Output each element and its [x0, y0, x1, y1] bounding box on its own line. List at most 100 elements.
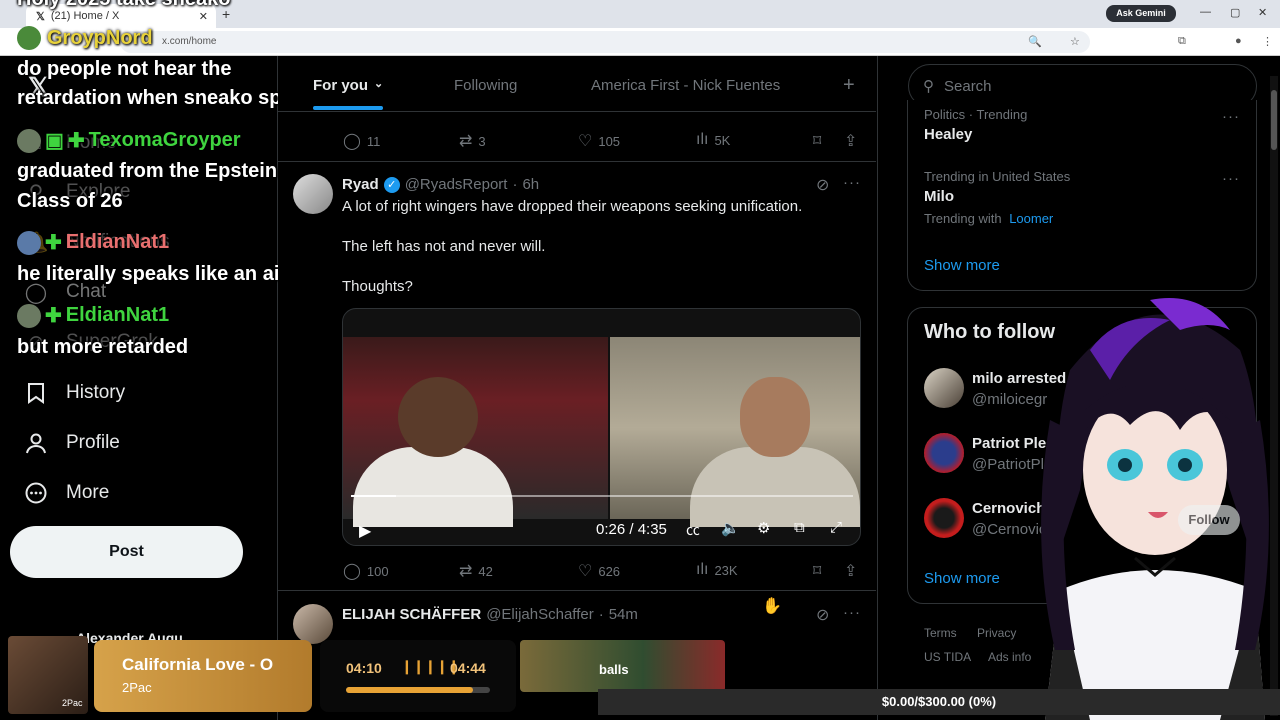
author-avatar[interactable] — [293, 604, 333, 644]
maximize-icon[interactable]: ▢ — [1230, 6, 1240, 19]
tab-following[interactable]: Following — [454, 77, 517, 94]
video-scrubber-fill — [351, 495, 397, 497]
play-icon[interactable]: ▶ — [359, 521, 371, 541]
extensions-icon[interactable]: ⧉ — [1178, 35, 1186, 48]
bookmark-button[interactable]: ⌑ — [813, 131, 821, 151]
dot-separator: · — [598, 606, 604, 623]
follow-button[interactable]: Follow — [1178, 505, 1240, 535]
author-name[interactable]: Ryad — [342, 176, 379, 193]
volume-icon[interactable]: 🔈 — [721, 519, 740, 537]
subscriber-badge-icon: ▣ — [45, 130, 64, 152]
chat-username: GroypNord — [47, 26, 153, 49]
pip-icon[interactable]: ⧉ — [794, 519, 805, 536]
heart-icon: ♡ — [578, 563, 593, 580]
more-options-icon[interactable]: ··· — [843, 604, 861, 621]
grok-icon[interactable]: ⊘ — [816, 175, 829, 195]
close-window-icon[interactable]: ✕ — [1258, 6, 1267, 19]
ask-gemini-button[interactable]: Ask Gemini — [1106, 5, 1176, 22]
menu-dots-icon[interactable]: ⋮ — [1262, 35, 1273, 48]
bookmark-icon: ⌑ — [813, 133, 822, 150]
repost-button[interactable]: ⇄ 42 — [459, 561, 493, 581]
show-more-trends-link[interactable]: Show more — [924, 257, 1000, 274]
follow-avatar[interactable] — [924, 498, 964, 538]
vtuber-avatar — [1041, 298, 1269, 720]
nav-more[interactable]: More — [24, 478, 109, 508]
trend-name[interactable]: Milo — [924, 188, 954, 205]
trend-related-link[interactable]: Loomer — [1009, 211, 1053, 226]
like-button[interactable]: ♡ 105 — [578, 131, 620, 151]
repost-button[interactable]: ⇄ 3 — [459, 131, 486, 151]
trend-more-icon[interactable]: ··· — [1222, 108, 1240, 125]
video-frame-right — [610, 337, 860, 527]
add-tab-icon[interactable]: + — [843, 74, 855, 97]
author-handle[interactable]: @RyadsReport — [405, 176, 508, 193]
verified-badge-icon: ✓ — [383, 176, 400, 193]
close-tab-icon[interactable]: ✕ — [199, 10, 208, 23]
reply-icon: ◯ — [343, 133, 361, 150]
address-bar[interactable]: x.com/home — [120, 31, 1090, 53]
trend-name[interactable]: Healey — [924, 126, 972, 143]
reply-button[interactable]: ◯ 100 — [343, 561, 389, 581]
video-person-right-head — [740, 377, 810, 457]
author-avatar[interactable] — [293, 174, 333, 214]
nav-more-label: More — [66, 482, 110, 503]
reply-button[interactable]: ◯ 11 — [343, 131, 380, 151]
share-button[interactable]: ⇪ — [844, 561, 857, 581]
post-button[interactable]: Post — [10, 526, 243, 578]
author-name[interactable]: ELIJAH SCHÄFFER — [342, 606, 481, 623]
zoom-icon[interactable]: 🔍 — [1028, 35, 1042, 48]
settings-gear-icon[interactable]: ⚙ — [757, 519, 770, 537]
search-icon: ⚲ — [923, 78, 934, 95]
now-playing-card — [94, 640, 312, 712]
video-player[interactable]: ▶ 0:26 / 4:35 ㏄ 🔈 ⚙ ⧉ ⤢ — [342, 308, 861, 546]
trend-more-icon[interactable]: ··· — [1222, 170, 1240, 187]
views-count: 23K — [714, 562, 738, 578]
footer-privacy-link[interactable]: Privacy — [977, 626, 1016, 640]
chat-user-row: ▣ ✚ TexomaGroyper — [17, 128, 241, 153]
views-button[interactable]: ılı 5K — [696, 131, 730, 149]
mouse-cursor-icon: ✋ — [762, 598, 782, 615]
views-button[interactable]: ılı 23K — [696, 561, 738, 579]
video-person-left-head — [398, 377, 478, 457]
follow-avatar[interactable] — [924, 368, 964, 408]
song-progress-fill — [346, 687, 473, 693]
tab-for-you[interactable]: For you ⌄ — [313, 77, 383, 94]
trend-category: Trending in United States — [924, 169, 1071, 184]
chat-avatar — [17, 26, 41, 50]
like-button[interactable]: ♡ 626 — [578, 561, 620, 581]
nav-history[interactable]: History — [24, 378, 125, 408]
stream-media-label: balls — [599, 662, 629, 677]
footer-ads-link[interactable]: Ads info — [988, 650, 1031, 664]
video-scrubber[interactable] — [351, 495, 853, 497]
captions-icon[interactable]: ㏄ — [686, 520, 700, 540]
song-title: California Love - O — [122, 655, 274, 674]
bookmark-button[interactable]: ⌑ — [813, 561, 821, 581]
tweet-time[interactable]: 6h — [522, 176, 539, 193]
tweet-time[interactable]: 54m — [609, 606, 638, 623]
bookmark-star-icon[interactable]: ☆ — [1070, 35, 1080, 48]
share-button[interactable]: ⇪ — [844, 131, 857, 151]
grok-icon[interactable]: ⊘ — [816, 605, 829, 625]
like-count: 105 — [598, 133, 621, 149]
fullscreen-icon[interactable]: ⤢ — [830, 519, 842, 536]
share-icon: ⇪ — [844, 133, 858, 150]
reply-count: 100 — [366, 563, 389, 579]
minimize-icon[interactable]: — — [1200, 6, 1211, 18]
footer-terms-link[interactable]: Terms — [924, 626, 957, 640]
scrollbar-thumb[interactable] — [1271, 90, 1277, 150]
more-options-icon[interactable]: ··· — [843, 174, 861, 191]
dot-separator: · — [512, 176, 518, 193]
like-count: 626 — [598, 563, 621, 579]
tweet-header: Ryad ✓ @RyadsReport · 6h — [342, 176, 539, 193]
views-chart-icon: ılı — [696, 131, 709, 148]
reply-icon: ◯ — [343, 563, 361, 580]
footer-link[interactable]: US TIDA — [924, 650, 971, 664]
follow-avatar[interactable] — [924, 433, 964, 473]
nav-profile[interactable]: Profile — [24, 428, 120, 458]
trending-with-label: Trending with — [924, 211, 1002, 226]
profile-avatar-icon[interactable]: ● — [1235, 35, 1242, 47]
tab-america-first[interactable]: America First - Nick Fuentes — [591, 77, 780, 94]
chat-username: EldianNat1 — [65, 304, 170, 326]
author-handle[interactable]: @ElijahSchaffer — [486, 606, 594, 623]
show-more-follow-link[interactable]: Show more — [924, 570, 1000, 587]
